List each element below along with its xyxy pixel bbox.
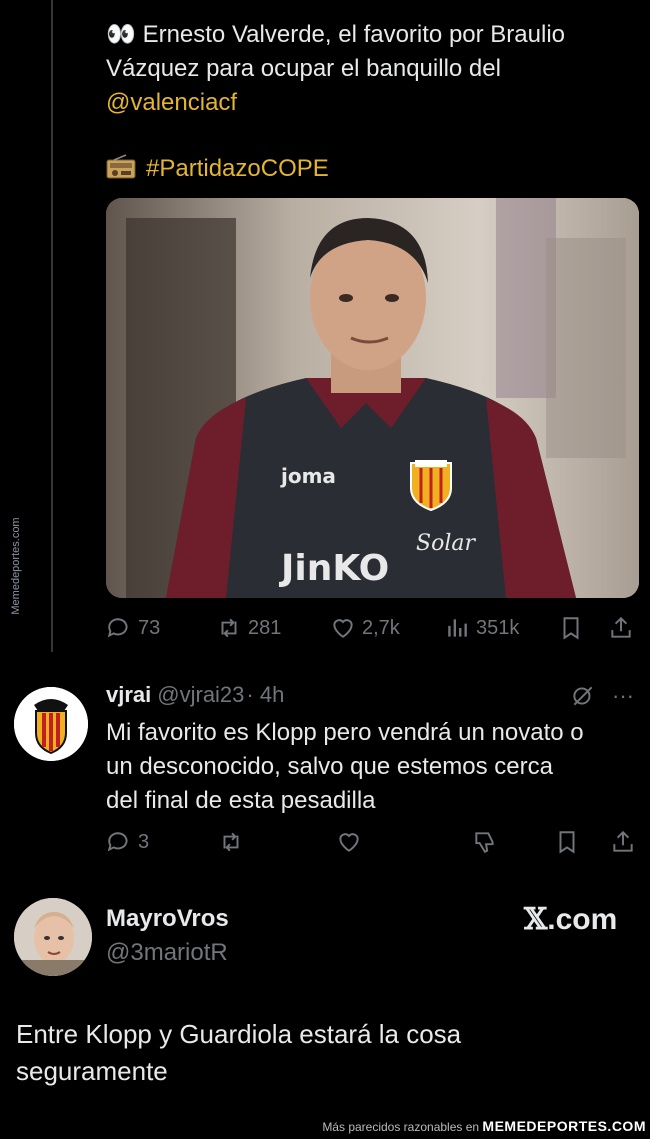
- tweet-photo[interactable]: joma Solar JinKO: [106, 198, 639, 598]
- reply-text-line: del final de esta pesadilla: [106, 787, 376, 814]
- site-label: .com: [547, 903, 618, 936]
- share-button[interactable]: [608, 612, 634, 644]
- reply-action-bar: 3: [106, 826, 640, 858]
- retweet-count: 281: [248, 616, 282, 639]
- reply-time[interactable]: · 4h: [246, 682, 284, 707]
- card-text-line: seguramente: [16, 1056, 168, 1086]
- footer-watermark: Más parecidos razonables en MEMEDEPORTES…: [322, 1118, 646, 1134]
- bookmark-icon: [559, 831, 575, 854]
- footer-prefix: Más parecidos razonables en: [322, 1120, 480, 1134]
- card-text: Entre Klopp y Guardiola estará la cosa s…: [16, 1016, 616, 1090]
- eyes-icon: 👀: [106, 21, 136, 48]
- tweet-text-line-2: Vázquez para ocupar el banquillo del: [106, 55, 501, 82]
- reply-count: 3: [138, 830, 150, 853]
- reply-text-line: Mi favorito es Klopp pero vendrá un nova…: [106, 719, 584, 746]
- card-author-name[interactable]: MayroVros: [106, 905, 229, 933]
- reply-header: vjrai @vjrai23· 4h: [106, 682, 284, 708]
- retweet-button[interactable]: [218, 826, 244, 858]
- more-options-icon[interactable]: ···: [612, 683, 634, 709]
- valencia-badge-icon: [410, 460, 452, 512]
- like-button[interactable]: [336, 826, 362, 858]
- reply-icon: [107, 618, 128, 638]
- tweet-text-line-1: 👀 Ernesto Valverde, el favorito por Brau…: [106, 21, 565, 48]
- share-button[interactable]: [610, 826, 636, 858]
- valencia-avatar-icon: [14, 687, 88, 761]
- footer-brand: MEMEDEPORTES.COM: [482, 1118, 646, 1134]
- avatar[interactable]: [14, 687, 88, 761]
- bookmark-button[interactable]: [558, 612, 584, 644]
- sponsor-top-text: Solar: [416, 531, 476, 556]
- bookmark-icon: [563, 617, 579, 640]
- retweet-icon: [223, 832, 239, 852]
- share-icon: [613, 830, 633, 852]
- downvote-button[interactable]: [472, 826, 498, 858]
- avatar[interactable]: [14, 898, 92, 976]
- like-button[interactable]: 2,7k: [330, 612, 400, 644]
- thumbs-down-icon: [475, 832, 494, 854]
- hashtag-line: #PartidazoCOPE: [106, 152, 329, 190]
- mention-link[interactable]: @valenciacf: [106, 86, 636, 120]
- view-count: 351k: [476, 616, 520, 639]
- side-watermark: Memedeportes.com: [10, 517, 22, 615]
- jersey-brand-text: joma: [280, 464, 336, 488]
- heart-icon: [333, 619, 353, 638]
- reply-text-line: un desconocido, salvo que estemos cerca: [106, 753, 553, 780]
- x-logo: 𝕏.com: [524, 902, 617, 937]
- radio-icon: [106, 154, 136, 190]
- bookmark-button[interactable]: [554, 826, 580, 858]
- views-icon: [448, 619, 467, 637]
- reply-count: 73: [138, 616, 161, 639]
- card-text-line: Entre Klopp y Guardiola estará la cosa: [16, 1019, 462, 1049]
- sponsor-main-text: JinKO: [278, 548, 389, 589]
- retweet-icon: [221, 618, 237, 638]
- retweet-button[interactable]: 281: [216, 612, 281, 644]
- tweet-action-bar: 73 281 2,7k 351k: [106, 612, 640, 644]
- reply-author-handle[interactable]: @vjrai23: [157, 682, 244, 707]
- views-button[interactable]: 351k: [444, 612, 519, 644]
- card-author-handle[interactable]: @3mariotR: [106, 939, 228, 967]
- reply-icon: [107, 832, 128, 852]
- reply-button[interactable]: 3: [106, 826, 149, 858]
- x-icon: 𝕏: [524, 902, 548, 937]
- like-count: 2,7k: [362, 616, 400, 639]
- reply-button[interactable]: 73: [106, 612, 160, 644]
- reply-text: Mi favorito es Klopp pero vendrá un nova…: [106, 716, 636, 818]
- hashtag-link[interactable]: #PartidazoCOPE: [146, 155, 329, 182]
- tweet-text: 👀 Ernesto Valverde, el favorito por Brau…: [106, 18, 636, 120]
- grok-icon[interactable]: [570, 683, 596, 714]
- user-avatar-icon: [14, 898, 92, 976]
- thread-line: [51, 0, 53, 652]
- reply-author-name[interactable]: vjrai: [106, 682, 151, 707]
- share-icon: [611, 616, 631, 638]
- heart-icon: [339, 833, 359, 852]
